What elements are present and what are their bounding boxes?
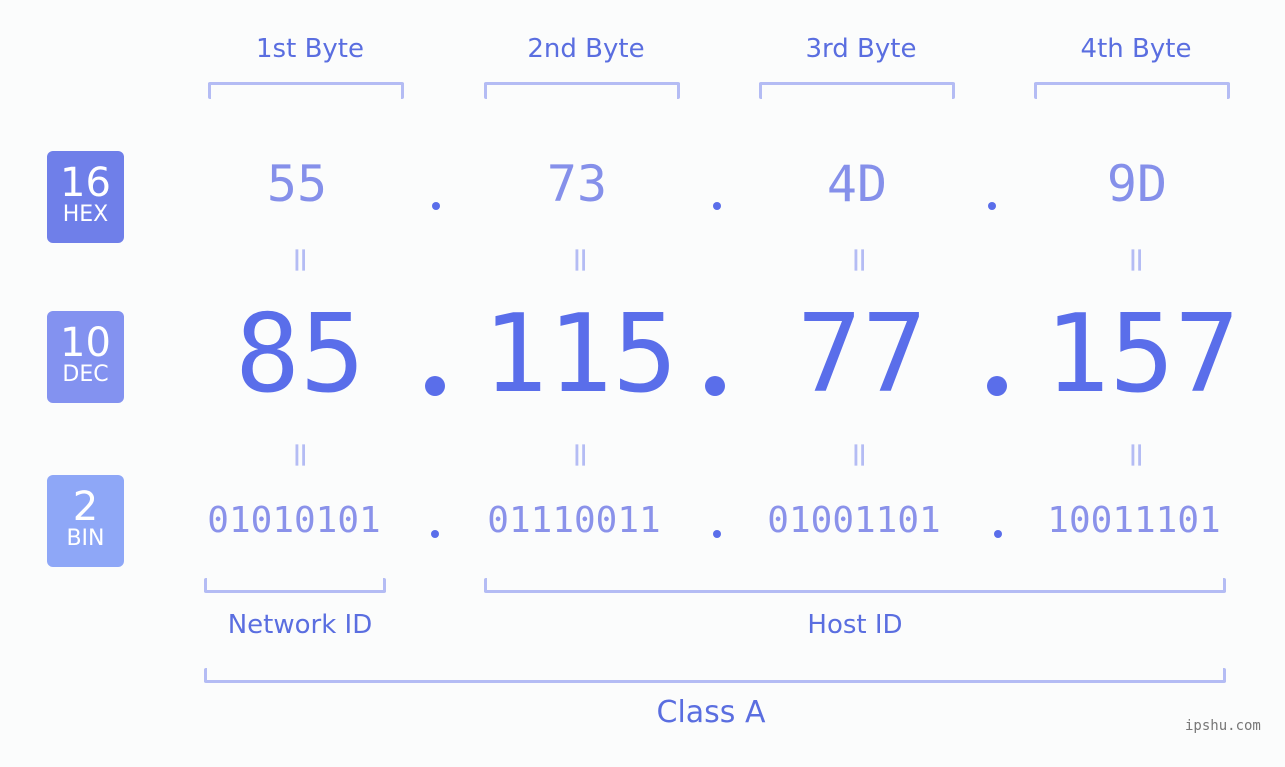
equals-sign: = <box>560 440 600 470</box>
hex-badge-label: HEX <box>62 202 109 227</box>
network-id-bracket <box>204 578 386 593</box>
bin-value-2: 01110011 <box>487 500 661 541</box>
hex-badge: 16 HEX <box>47 151 124 243</box>
host-id-label: Host ID <box>807 610 903 640</box>
bin-badge-number: 2 <box>72 484 99 530</box>
byte-label-4: 4th Byte <box>1080 34 1192 64</box>
byte-label-2: 2nd Byte <box>527 34 645 64</box>
dec-separator-dot <box>987 376 1007 396</box>
bin-badge: 2 BIN <box>47 475 124 567</box>
bin-value-4: 10011101 <box>1047 500 1221 541</box>
watermark: ipshu.com <box>1185 718 1261 734</box>
bin-value-3: 01001101 <box>767 500 941 541</box>
equals-sign: = <box>839 440 879 470</box>
bin-badge-label: BIN <box>66 526 105 551</box>
dec-separator-dot <box>705 376 725 396</box>
bin-value-1: 01010101 <box>207 500 381 541</box>
byte-bracket-3 <box>759 82 955 99</box>
dec-value-2: 115 <box>482 292 678 417</box>
bin-separator-dot <box>713 530 721 538</box>
byte-bracket-1 <box>208 82 404 99</box>
class-bracket <box>204 668 1226 683</box>
dec-badge-label: DEC <box>62 362 109 387</box>
hex-value-4: 9D <box>1106 155 1168 213</box>
dec-value-1: 85 <box>234 292 366 417</box>
equals-sign: = <box>280 440 320 470</box>
byte-label-3: 3rd Byte <box>805 34 917 64</box>
dec-badge-number: 10 <box>60 320 111 366</box>
hex-separator-dot <box>713 202 721 210</box>
hex-value-2: 73 <box>546 155 608 213</box>
dec-value-3: 77 <box>796 292 928 417</box>
host-id-bracket <box>484 578 1226 593</box>
class-label: Class A <box>656 695 766 730</box>
equals-sign: = <box>560 245 600 275</box>
dec-badge: 10 DEC <box>47 311 124 403</box>
equals-sign: = <box>839 245 879 275</box>
network-id-label: Network ID <box>227 610 373 640</box>
byte-bracket-4 <box>1034 82 1230 99</box>
equals-sign: = <box>280 245 320 275</box>
equals-sign: = <box>1116 440 1156 470</box>
hex-separator-dot <box>432 202 440 210</box>
bin-separator-dot <box>431 530 439 538</box>
dec-separator-dot <box>425 376 445 396</box>
byte-bracket-2 <box>484 82 680 99</box>
hex-badge-number: 16 <box>60 160 111 206</box>
equals-sign: = <box>1116 245 1156 275</box>
dec-value-4: 157 <box>1044 292 1240 417</box>
bin-separator-dot <box>994 530 1002 538</box>
byte-label-1: 1st Byte <box>256 34 364 64</box>
hex-value-3: 4D <box>826 155 888 213</box>
hex-value-1: 55 <box>266 155 328 213</box>
hex-separator-dot <box>988 202 996 210</box>
